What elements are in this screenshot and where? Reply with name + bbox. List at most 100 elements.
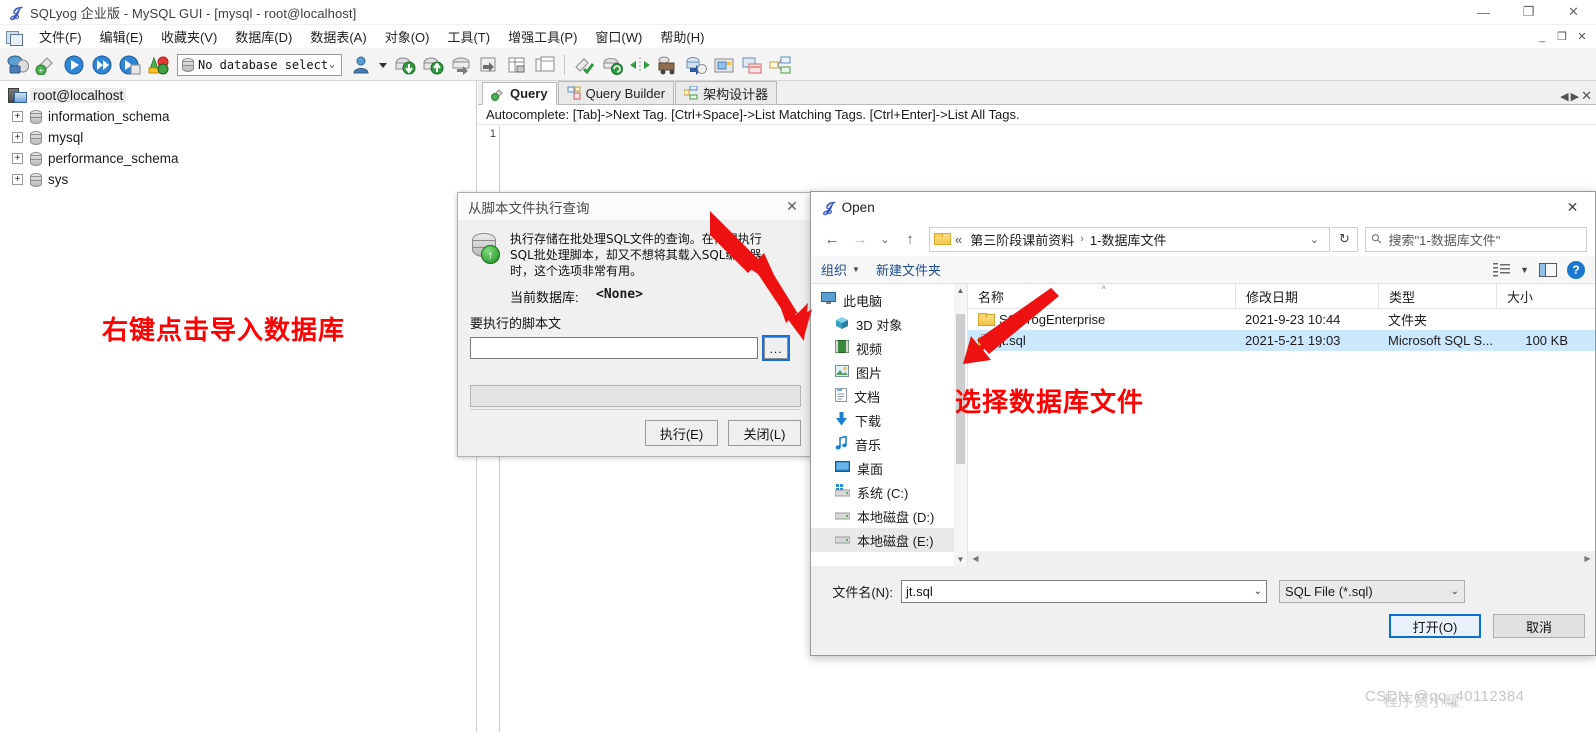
scroll-right-icon[interactable]: ▶ [1580,554,1595,563]
user-manager-icon[interactable] [348,52,374,78]
table-row[interactable]: jt.sql 2021-5-21 19:03 Microsoft SQL S..… [968,330,1595,351]
expander-icon[interactable]: + [12,153,23,164]
sync-database-icon[interactable] [599,52,625,78]
export-database-icon[interactable] [420,52,446,78]
menu-table[interactable]: 数据表(A) [301,25,375,48]
execute-to-file-icon[interactable] [117,52,143,78]
open-button[interactable]: 打开(O) [1389,614,1481,638]
tree-root-node[interactable]: root@localhost [0,85,476,106]
expander-icon[interactable]: + [12,111,23,122]
sidebar-item-desktop[interactable]: 桌面 [811,456,967,480]
column-header-name[interactable]: ^ 名称 [968,284,1235,309]
new-folder-button[interactable]: 新建文件夹 [876,260,941,279]
expander-icon[interactable]: + [12,132,23,143]
mdi-close-button[interactable]: ✕ [1572,28,1592,46]
export-table-csv-icon[interactable] [504,52,530,78]
menu-powertools[interactable]: 增强工具(P) [499,25,586,48]
browse-button[interactable]: ... [762,335,790,361]
apply-filter-icon[interactable] [571,52,597,78]
tree-node-mysql[interactable]: + mysql [0,127,476,148]
copy-database-icon[interactable] [532,52,558,78]
tab-scroll-left-icon[interactable]: ◀ [1560,90,1568,103]
table-row[interactable]: SQLYogEnterprise 2021-9-23 10:44 文件夹 [968,309,1595,330]
cancel-button[interactable]: 取消 [1493,614,1585,638]
sidebar-item-this-pc[interactable]: 此电脑 [811,288,967,312]
mdi-restore-button[interactable]: ❐ [1552,28,1572,46]
breadcrumb-segment-1[interactable]: 第三阶段课前资料 [970,230,1074,249]
scrollbar-track[interactable] [983,551,1580,566]
menu-tools[interactable]: 工具(T) [438,25,499,48]
new-connection-icon[interactable] [5,52,31,78]
schema-designer-icon[interactable] [767,52,793,78]
forward-button[interactable]: → [847,226,873,252]
sidebar-item-pictures[interactable]: 图片 [811,360,967,384]
sidebar-item-local-disk-d[interactable]: 本地磁盘 (D:) [811,504,967,528]
up-button[interactable]: ↑ [897,226,923,252]
scroll-up-icon[interactable]: ▲ [954,284,967,297]
menu-help[interactable]: 帮助(H) [651,25,713,48]
filetype-select[interactable]: SQL File (*.sql) ⌄ [1279,580,1465,603]
preview-pane-icon[interactable] [1539,262,1557,277]
chevron-down-icon[interactable]: ⌄ [1254,586,1262,597]
tree-node-information-schema[interactable]: + information_schema [0,106,476,127]
sidebar-item-music[interactable]: 音乐 [811,432,967,456]
menu-favorites[interactable]: 收藏夹(V) [152,25,226,48]
tab-scroll-controls[interactable]: ◀ ▶ ✕ [1560,88,1596,104]
search-input[interactable]: ⚲ 搜索"1-数据库文件" [1365,226,1587,252]
tab-query-builder[interactable]: Query Builder [557,81,675,104]
refresh-objects-icon[interactable] [145,52,171,78]
filename-input[interactable]: jt.sql ⌄ [901,580,1267,603]
execute-all-queries-icon[interactable] [89,52,115,78]
menu-edit[interactable]: 编辑(E) [91,25,152,48]
execute-button[interactable]: 执行(E) [645,420,718,446]
minimize-button[interactable]: — [1461,0,1506,25]
schema-sync-icon[interactable] [627,52,653,78]
menu-database[interactable]: 数据库(D) [226,25,301,48]
database-selector[interactable]: No database select ⌄ [177,53,342,76]
scheduled-backup-icon[interactable] [683,52,709,78]
sidebar-scrollbar[interactable]: ▲ ▼ [954,284,967,566]
sidebar-item-local-disk-e[interactable]: 本地磁盘 (E:) [811,528,967,552]
refresh-button[interactable]: ↻ [1332,226,1358,252]
sidebar-item-videos[interactable]: 视频 [811,336,967,360]
close-button[interactable]: ✕ [1551,0,1596,25]
user-dropdown-icon[interactable] [376,52,390,78]
mdi-minimize-button[interactable]: _ [1532,28,1552,46]
sidebar-item-documents[interactable]: 文档 [811,384,967,408]
menu-objects[interactable]: 对象(O) [376,25,439,48]
backup-database-icon[interactable] [448,52,474,78]
sidebar-item-system-c[interactable]: 系统 (C:) [811,480,967,504]
tab-schema-designer[interactable]: 架构设计器 [675,81,778,104]
close-icon[interactable]: ✕ [1550,192,1595,222]
column-header-type[interactable]: 类型 [1378,283,1496,309]
menu-window[interactable]: 窗口(W) [586,25,651,48]
chevron-down-icon[interactable]: ⌄ [1451,586,1459,597]
script-file-input[interactable] [470,337,758,359]
recent-locations-button[interactable]: ⌄ [875,226,895,252]
view-caret-down-icon[interactable]: ▼ [1520,265,1529,275]
tab-scroll-right-icon[interactable]: ▶ [1571,90,1579,103]
scroll-left-icon[interactable]: ◀ [968,554,983,563]
breadcrumb[interactable]: « 第三阶段课前资料 › 1-数据库文件 ⌄ [929,226,1330,252]
menu-file[interactable]: 文件(F) [30,25,91,48]
column-header-date[interactable]: 修改日期 [1235,283,1378,309]
notification-services-icon[interactable] [711,52,737,78]
migrate-data-icon[interactable] [655,52,681,78]
expander-icon[interactable]: + [12,174,23,185]
import-database-icon[interactable] [392,52,418,78]
sidebar-item-downloads[interactable]: 下载 [811,408,967,432]
tab-close-icon[interactable]: ✕ [1581,88,1592,104]
maximize-button[interactable]: ❐ [1506,0,1551,25]
new-query-tab-icon[interactable]: + [33,52,59,78]
scroll-down-icon[interactable]: ▼ [954,553,967,566]
sidebar-item-3d-objects[interactable]: 3D 对象 [811,312,967,336]
organize-button[interactable]: 组织 ▼ [821,260,860,279]
help-icon[interactable]: ? [1567,260,1585,279]
change-view-icon[interactable] [1493,262,1511,277]
tree-node-performance-schema[interactable]: + performance_schema [0,148,476,169]
query-formatter-icon[interactable] [739,52,765,78]
file-list-hscrollbar[interactable]: ◀ ▶ [968,551,1595,566]
chevron-down-icon[interactable]: ⌄ [1304,233,1325,246]
column-header-size[interactable]: 大小 [1496,283,1574,309]
tree-node-sys[interactable]: + sys [0,169,476,190]
